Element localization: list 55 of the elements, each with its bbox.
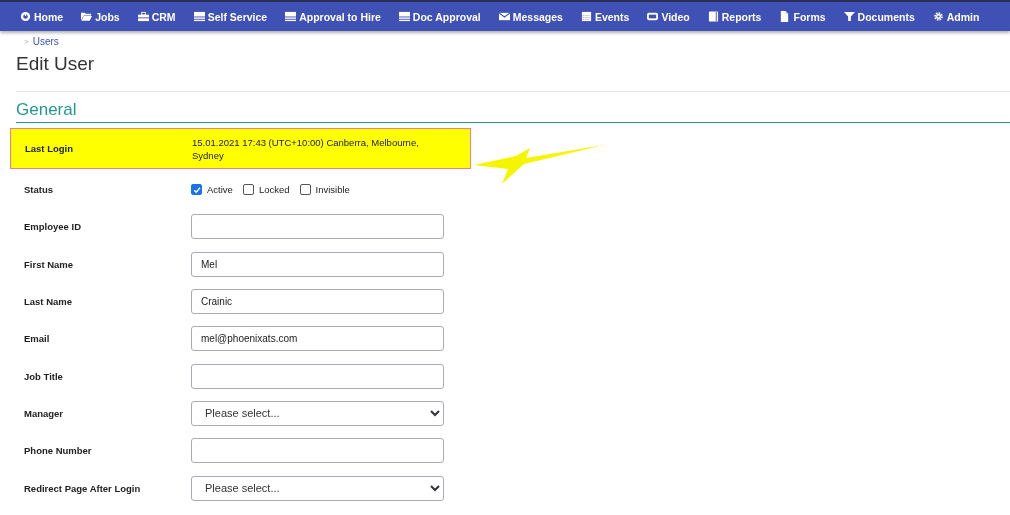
checkbox[interactable] [191, 184, 202, 196]
field-label: Last Login [24, 143, 75, 154]
breadcrumb-link[interactable]: Users [32, 35, 59, 47]
nav-link[interactable]: Video [647, 10, 690, 23]
document-icon [779, 11, 791, 22]
field-label: Status [23, 184, 55, 196]
field-value: 15.01.2021 17:43 (UTC+10:00) Canberra, Melbourne, Sydney [192, 136, 419, 161]
text-field[interactable] [191, 214, 444, 240]
nav-link[interactable]: CRM [137, 10, 176, 23]
checkbox[interactable] [242, 184, 254, 196]
nav-link[interactable]: Doc Approval [398, 10, 481, 23]
nav-link[interactable]: Forms [779, 10, 826, 23]
nav-link[interactable]: Self Service [193, 10, 268, 23]
nav-link[interactable]: Approval to Hire [285, 10, 381, 23]
folder-icon [81, 11, 93, 22]
checkbox-label: Invisible [315, 183, 350, 197]
book-icon [707, 11, 719, 22]
clock-icon [20, 11, 31, 22]
nav-link[interactable]: Messages [498, 10, 563, 23]
text-field[interactable]: mel@phoenixats.com [191, 326, 444, 352]
card-icon [285, 11, 297, 22]
checkbox-label: Locked [258, 183, 290, 197]
text-field[interactable]: Crainic [191, 289, 444, 315]
field-label: First Name [23, 258, 75, 270]
calendar-icon [580, 11, 592, 22]
text-field[interactable] [191, 363, 444, 389]
breadcrumb-separator: > [24, 36, 29, 46]
nav-link[interactable]: Reports [707, 10, 762, 23]
gear-icon [932, 11, 944, 22]
select-field[interactable]: Please select... [191, 400, 444, 426]
field-label: Redirect Page After Login [23, 482, 142, 494]
text-field[interactable]: Mel [191, 251, 444, 277]
select-field[interactable]: Please select... [191, 475, 444, 501]
field-label: Manager [23, 407, 65, 419]
nav-link[interactable]: Documents [843, 10, 915, 23]
page-title: Edit User [16, 52, 96, 76]
nav-link[interactable]: Events [580, 10, 630, 23]
field-label: Email [23, 333, 51, 345]
nav-link[interactable]: Admin [932, 10, 980, 23]
checkbox[interactable] [299, 184, 311, 196]
filter-icon [843, 11, 855, 22]
nav-link[interactable]: Jobs [81, 10, 120, 23]
video-icon [647, 11, 659, 22]
section-heading: General [16, 99, 1010, 123]
nav-link[interactable]: Home [20, 10, 64, 23]
field-label: Last Name [23, 296, 74, 308]
checkbox-label: Active [207, 183, 233, 197]
field-label: Job Title [23, 370, 64, 382]
field-label: Employee ID [23, 221, 83, 233]
card-icon [193, 11, 205, 22]
field-label: Phone Number [23, 445, 93, 457]
envelope-icon [498, 11, 510, 22]
text-field[interactable] [191, 438, 444, 464]
card-icon [398, 11, 410, 22]
briefcase-icon [137, 11, 149, 22]
